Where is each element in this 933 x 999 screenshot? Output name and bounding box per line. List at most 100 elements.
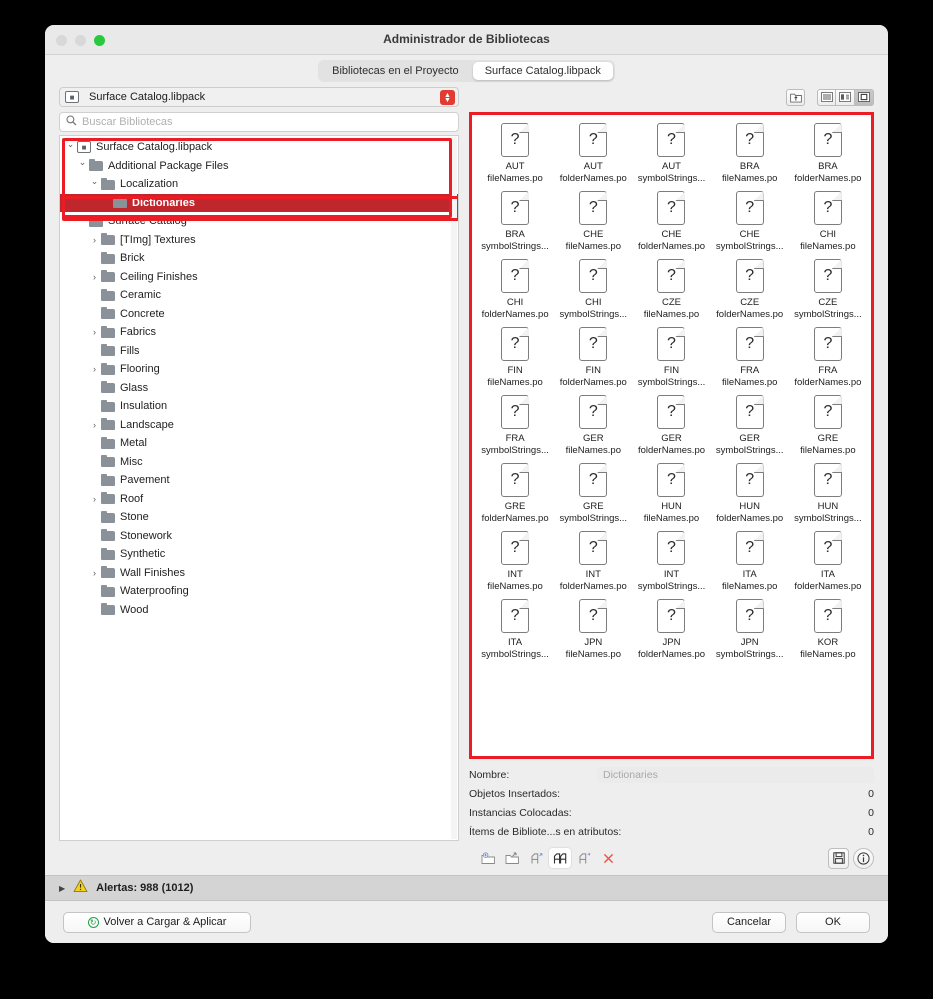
file-grid-item[interactable]: ? HUN fileNames.po [632,463,710,531]
tree-row[interactable]: Misc [60,453,458,472]
delete-x-icon[interactable] [597,848,619,868]
file-grid-item[interactable]: ? JPN symbolStrings... [711,599,789,667]
disclosure-closed-icon[interactable] [88,272,101,282]
tree-row[interactable]: ■ Surface Catalog.libpack [60,138,458,157]
disclosure-closed-icon[interactable] [88,568,101,578]
file-grid-item[interactable]: ? HUN folderNames.po [711,463,789,531]
tree-row[interactable]: Stone [60,508,458,527]
export-folder-icon[interactable] [501,848,523,868]
tree-scrollbar[interactable] [451,137,457,839]
file-grid-item[interactable]: ? AUT symbolStrings... [632,123,710,191]
disclosure-closed-icon[interactable] [88,420,101,430]
disclosure-open-icon[interactable] [88,179,101,190]
disclosure-closed-icon[interactable] [88,364,101,374]
disclosure-open-icon[interactable] [64,142,77,153]
tree-row[interactable]: Brick [60,249,458,268]
tree-row[interactable]: Glass [60,379,458,398]
file-grid-item[interactable]: ? CHE folderNames.po [632,191,710,259]
alerts-bar[interactable]: ▶ Alertas: 988 (1012) [45,875,888,901]
file-grid-item[interactable]: ? FIN folderNames.po [554,327,632,395]
file-grid-item[interactable]: ? FIN symbolStrings... [632,327,710,395]
tree-row[interactable]: Stonework [60,527,458,546]
tree-row[interactable]: Waterproofing [60,582,458,601]
file-grid-item[interactable]: ? FRA folderNames.po [789,327,867,395]
tree-row[interactable]: Surface Catalog [60,212,458,231]
file-grid-item[interactable]: ? JPN folderNames.po [632,599,710,667]
file-grid-item[interactable]: ? GRE fileNames.po [789,395,867,463]
tab-surface-catalog[interactable]: Surface Catalog.libpack [472,62,613,80]
tree-row[interactable]: Fabrics [60,323,458,342]
info-icon[interactable] [853,847,874,869]
file-grid-item[interactable]: ? GRE folderNames.po [476,463,554,531]
ok-button[interactable]: OK [796,911,870,933]
tree-row[interactable]: Additional Package Files [60,157,458,176]
file-grid-item[interactable]: ? ITA folderNames.po [789,531,867,599]
tree-row[interactable]: Localization [60,175,458,194]
object-add-icon[interactable] [525,848,547,868]
tab-project-libraries[interactable]: Bibliotecas en el Proyecto [320,62,471,80]
tree-row[interactable]: Synthetic [60,545,458,564]
file-grid-item[interactable]: ? BRA fileNames.po [711,123,789,191]
file-grid-item[interactable]: ? GER fileNames.po [554,395,632,463]
save-disk-icon[interactable] [828,847,849,869]
file-grid-item[interactable]: ? INT fileNames.po [476,531,554,599]
tree-row[interactable]: Roof [60,490,458,509]
file-grid-item[interactable]: ? GER symbolStrings... [711,395,789,463]
tree-row[interactable]: Landscape [60,416,458,435]
detail-view-icon[interactable] [836,88,855,106]
file-grid-item[interactable]: ? GRE symbolStrings... [554,463,632,531]
stepper-icon[interactable]: ▲ ▼ [440,90,455,105]
object-replace-icon[interactable] [573,848,595,868]
tree-row[interactable]: Metal [60,434,458,453]
file-grid-item[interactable]: ? CHI fileNames.po [789,191,867,259]
tree-row[interactable]: Ceramic [60,286,458,305]
search-field[interactable] [59,112,459,132]
reload-apply-button[interactable]: ↻ Volver a Cargar & Aplicar [63,911,251,933]
folder-up-icon[interactable] [786,88,805,106]
tree-row[interactable]: Concrete [60,305,458,324]
file-grid-item[interactable]: ? FIN fileNames.po [476,327,554,395]
import-folder-icon[interactable] [477,848,499,868]
file-grid-panel[interactable]: ? AUT fileNames.po? AUT folderNames.po? AUT sy… [469,112,874,759]
tree-row[interactable]: [TImg] Textures [60,231,458,250]
disclosure-closed-icon[interactable] [88,494,101,504]
file-grid-item[interactable]: ? CHI folderNames.po [476,259,554,327]
object-group-icon[interactable] [549,848,571,868]
file-grid-item[interactable]: ? FRA fileNames.po [711,327,789,395]
file-grid-item[interactable]: ? GER folderNames.po [632,395,710,463]
file-grid-item[interactable]: ? CZE symbolStrings... [789,259,867,327]
file-grid-item[interactable]: ? KOR fileNames.po [789,599,867,667]
cancel-button[interactable]: Cancelar [712,911,786,933]
tree-row[interactable]: Dictionaries [60,193,458,212]
file-grid-item[interactable]: ? ITA fileNames.po [711,531,789,599]
file-grid-item[interactable]: ? CZE folderNames.po [711,259,789,327]
file-grid-item[interactable]: ? BRA symbolStrings... [476,191,554,259]
file-grid-item[interactable]: ? JPN fileNames.po [554,599,632,667]
search-input[interactable] [82,116,452,128]
tree-row[interactable]: Flooring [60,360,458,379]
file-grid-item[interactable]: ? INT folderNames.po [554,531,632,599]
tree-row[interactable]: Ceiling Finishes [60,268,458,287]
tree-row[interactable]: Wood [60,601,458,620]
library-path-dropdown[interactable]: ■ Surface Catalog.libpack ▲ ▼ [59,87,459,107]
file-grid-item[interactable]: ? AUT folderNames.po [554,123,632,191]
disclosure-triangle-icon[interactable]: ▶ [59,884,65,893]
disclosure-open-icon[interactable] [76,216,89,227]
file-grid-item[interactable]: ? HUN symbolStrings... [789,463,867,531]
file-grid-item[interactable]: ? ITA symbolStrings... [476,599,554,667]
list-view-icon[interactable] [817,88,836,106]
file-grid-item[interactable]: ? CHE symbolStrings... [711,191,789,259]
file-grid-item[interactable]: ? INT symbolStrings... [632,531,710,599]
tree-row[interactable]: Fills [60,342,458,361]
disclosure-closed-icon[interactable] [88,235,101,245]
disclosure-closed-icon[interactable] [88,327,101,337]
tree-row[interactable]: Wall Finishes [60,564,458,583]
file-grid-item[interactable]: ? CHI symbolStrings... [554,259,632,327]
file-grid-item[interactable]: ? CHE fileNames.po [554,191,632,259]
icon-view-icon[interactable] [855,88,874,106]
file-grid-item[interactable]: ? FRA symbolStrings... [476,395,554,463]
file-grid-item[interactable]: ? CZE fileNames.po [632,259,710,327]
file-grid-item[interactable]: ? AUT fileNames.po [476,123,554,191]
disclosure-open-icon[interactable] [76,160,89,171]
file-grid-item[interactable]: ? BRA folderNames.po [789,123,867,191]
